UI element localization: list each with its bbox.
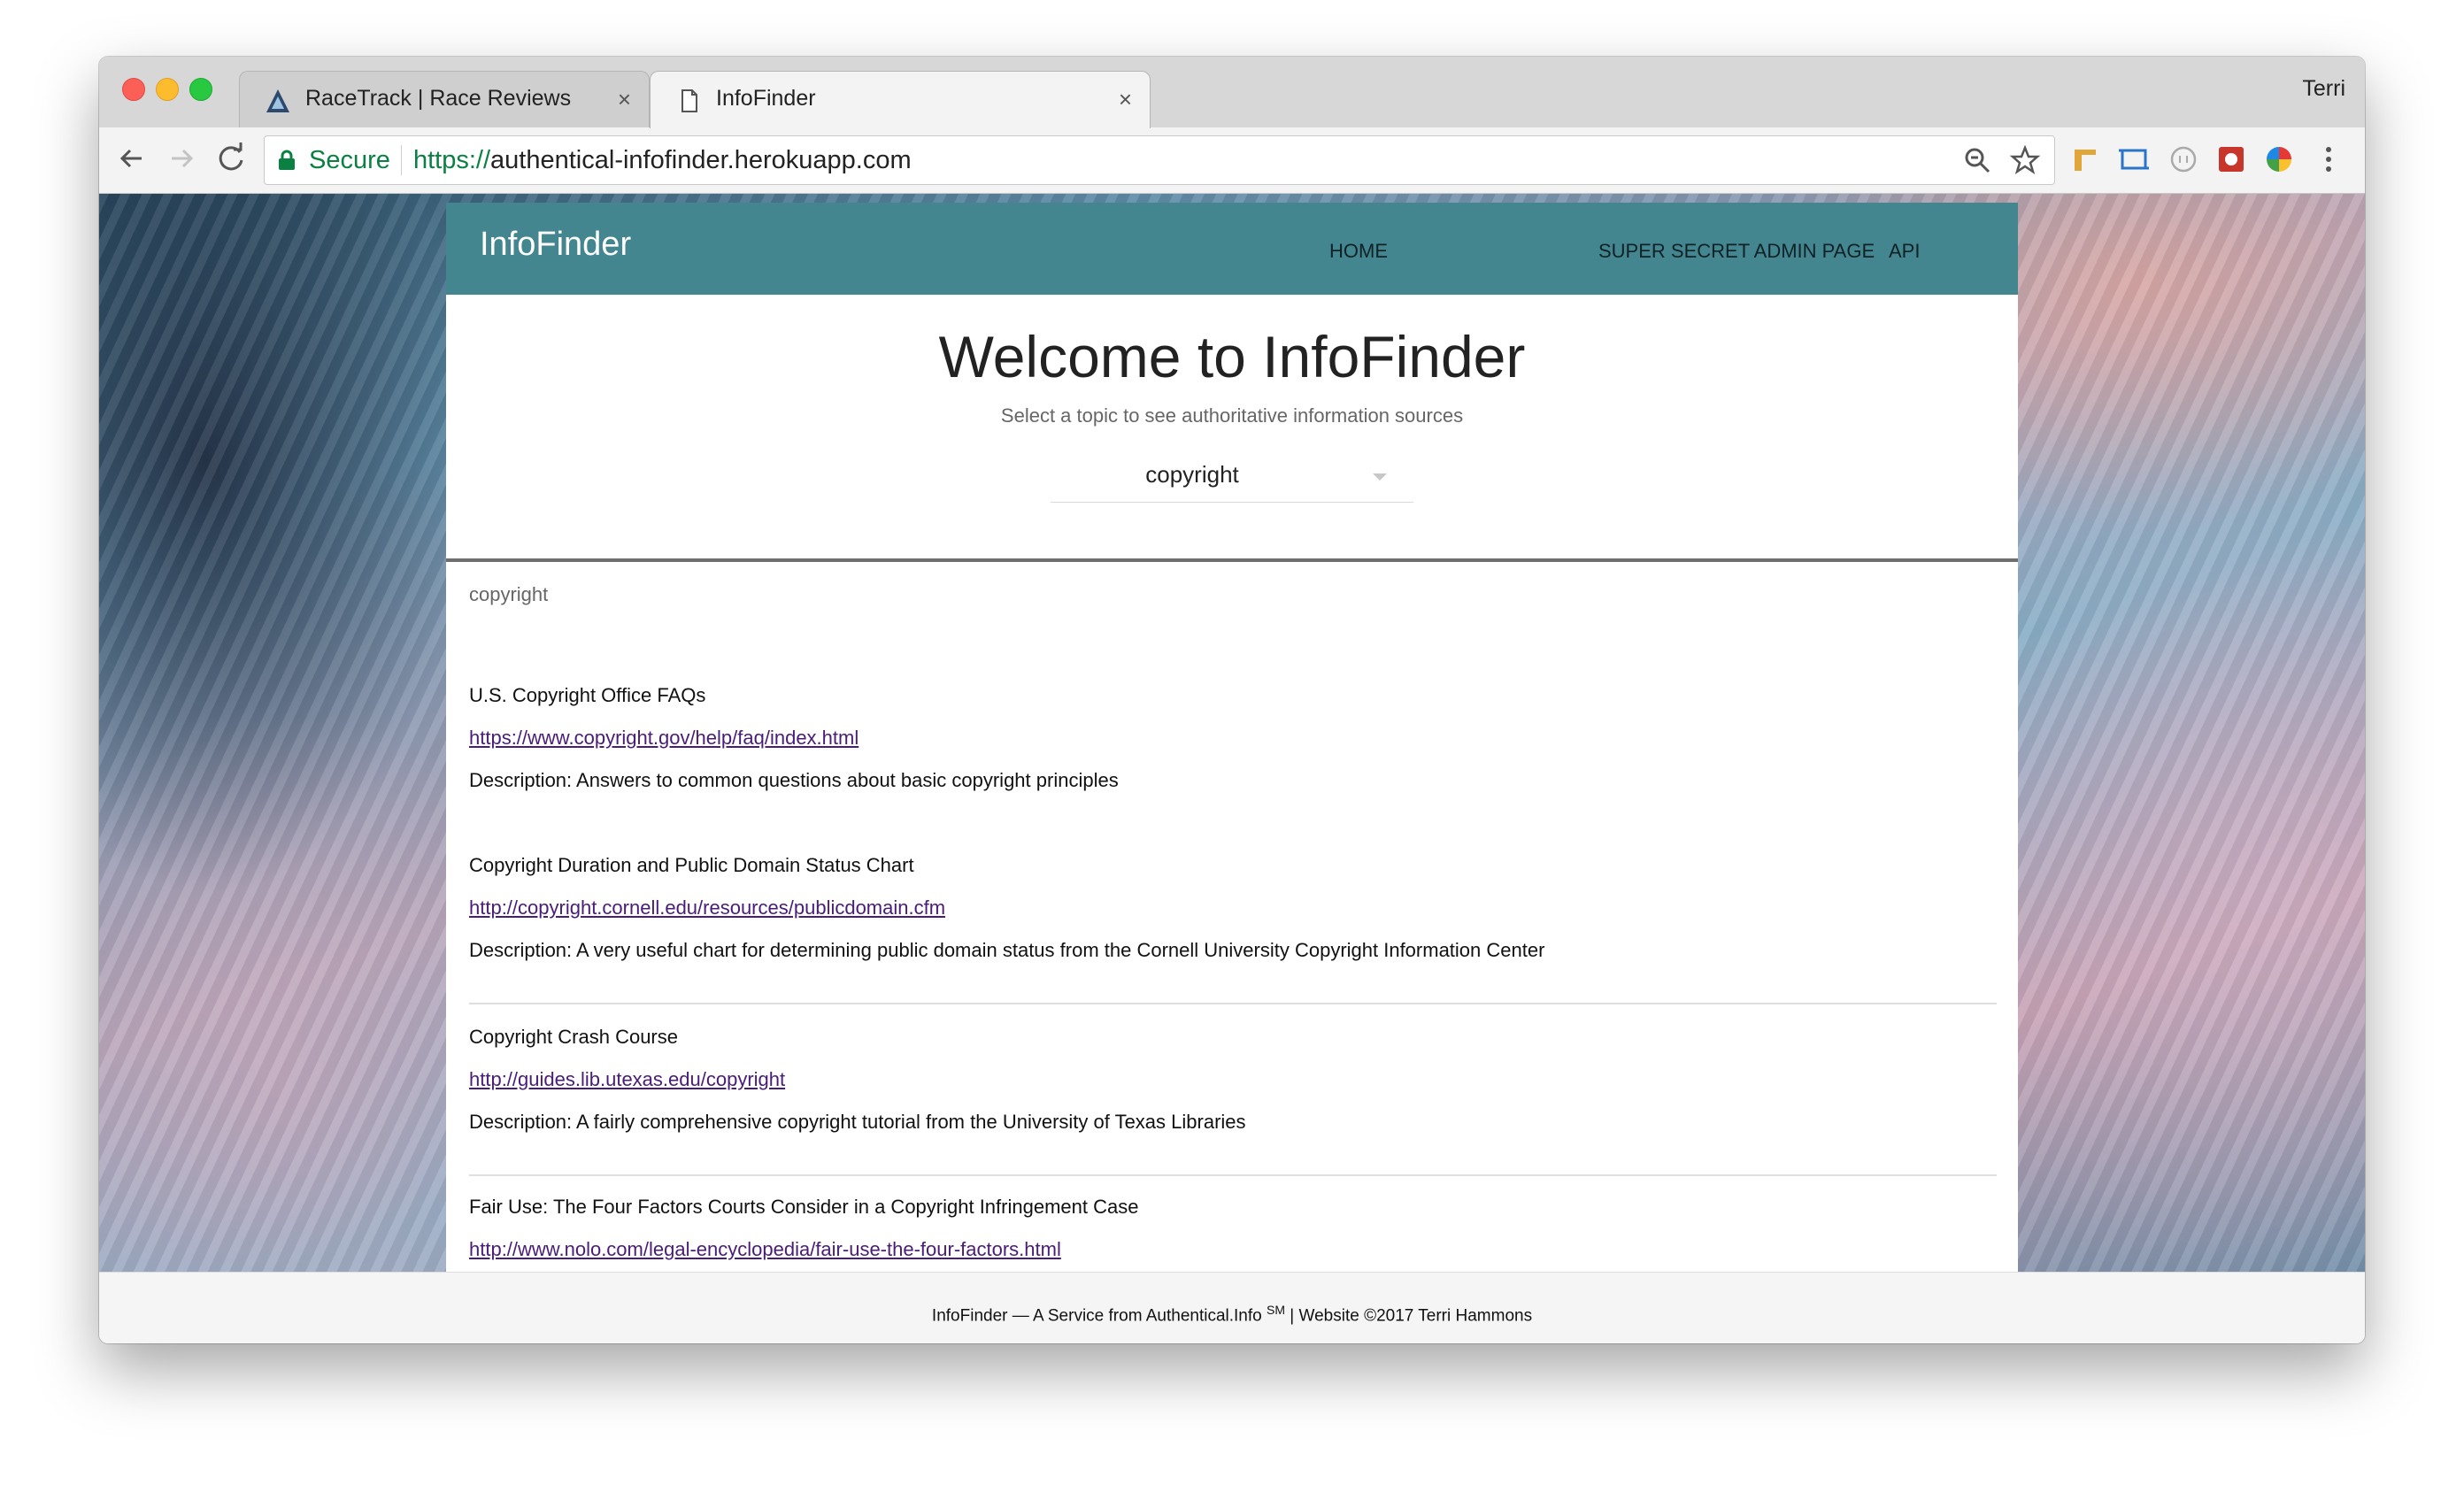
forward-icon[interactable] bbox=[161, 138, 202, 179]
app-container: InfoFinder HOME SUPER SECRET ADMIN PAGE … bbox=[446, 203, 2018, 1272]
topic-select-value: copyright bbox=[1145, 461, 1239, 488]
site-header: InfoFinder HOME SUPER SECRET ADMIN PAGE … bbox=[446, 203, 2018, 295]
menu-dots-icon[interactable] bbox=[2312, 142, 2345, 176]
back-icon[interactable] bbox=[112, 138, 152, 179]
item-divider bbox=[469, 1003, 1997, 1004]
tab-strip: RaceTrack | Race Reviews × InfoFinder × … bbox=[99, 57, 2365, 128]
nav-admin-page[interactable]: SUPER SECRET ADMIN PAGE bbox=[1598, 240, 1875, 263]
page-viewport[interactable]: InfoFinder HOME SUPER SECRET ADMIN PAGE … bbox=[99, 194, 2365, 1272]
page-title: Welcome to InfoFinder bbox=[938, 324, 1526, 389]
brand-logo[interactable]: InfoFinder bbox=[480, 226, 631, 264]
security-label: Secure bbox=[309, 146, 390, 174]
tab-close-icon[interactable]: × bbox=[618, 86, 631, 112]
reload-icon[interactable] bbox=[211, 138, 251, 179]
address-bar[interactable]: Secure https://authentical-infofinder.he… bbox=[264, 135, 2055, 185]
results-panel: copyright U.S. Copyright Office FAQs htt… bbox=[446, 562, 2018, 1272]
nav-home[interactable]: HOME bbox=[1329, 240, 1388, 263]
results-topic-label: copyright bbox=[469, 583, 549, 605]
resource-description: Description: A very useful chart for det… bbox=[469, 939, 1545, 961]
resource-title: U.S. Copyright Office FAQs bbox=[469, 684, 706, 706]
profile-name[interactable]: Terri bbox=[2302, 76, 2345, 102]
resource-title: Fair Use: The Four Factors Courts Consid… bbox=[469, 1196, 1139, 1218]
window-maximize-button[interactable] bbox=[189, 78, 212, 101]
url-host: authentical-infofinder.herokuapp.com bbox=[490, 146, 912, 174]
url-text[interactable]: https://authentical-infofinder.herokuapp… bbox=[413, 146, 912, 175]
resource-link[interactable]: https://www.copyright.gov/help/faq/index… bbox=[469, 727, 859, 750]
tab-title: RaceTrack | Race Reviews bbox=[305, 86, 572, 111]
resource-link[interactable]: http://www.nolo.com/legal-encyclopedia/f… bbox=[469, 1238, 1061, 1261]
window-minimize-button[interactable] bbox=[156, 78, 179, 101]
resource-title: Copyright Duration and Public Domain Sta… bbox=[469, 854, 914, 876]
footer-copyright: | Website ©2017 Terri Hammons bbox=[1285, 1306, 1533, 1326]
racetrack-favicon-icon bbox=[265, 88, 291, 114]
zoom-icon[interactable] bbox=[1962, 145, 1992, 175]
resource-description: Description: Answers to common questions… bbox=[469, 769, 1119, 791]
item-divider bbox=[469, 1174, 1997, 1176]
lock-icon bbox=[277, 150, 296, 171]
address-divider bbox=[401, 145, 402, 175]
topic-select[interactable]: copyright bbox=[1051, 452, 1413, 503]
tab-infofinder[interactable]: InfoFinder × bbox=[650, 71, 1151, 128]
tab-title: InfoFinder bbox=[716, 86, 816, 111]
extension-circle-icon[interactable] bbox=[2167, 142, 2200, 176]
site-footer: InfoFinder — A Service from Authentical.… bbox=[99, 1272, 2365, 1343]
resource-title: Copyright Crash Course bbox=[469, 1026, 678, 1048]
resource-description: Description: A fairly comprehensive copy… bbox=[469, 1111, 1246, 1133]
browser-toolbar: Secure https://authentical-infofinder.he… bbox=[99, 127, 2365, 194]
nav-api[interactable]: API bbox=[1889, 240, 1920, 263]
extension-color-wheel-icon[interactable] bbox=[2262, 142, 2296, 176]
extension-screenshot-icon[interactable] bbox=[2117, 142, 2151, 176]
page-subtitle: Select a topic to see authoritative info… bbox=[1000, 404, 1464, 427]
url-scheme: https:// bbox=[413, 146, 491, 174]
footer-text: InfoFinder — A Service from Authentical.… bbox=[99, 1303, 2365, 1326]
resource-link[interactable]: http://guides.lib.utexas.edu/copyright bbox=[469, 1068, 785, 1091]
chevron-down-icon bbox=[1373, 473, 1387, 481]
hero-section: Welcome to InfoFinder Select a topic to … bbox=[446, 295, 2018, 560]
tab-close-icon[interactable]: × bbox=[1119, 86, 1132, 112]
resource-link[interactable]: http://copyright.cornell.edu/resources/p… bbox=[469, 896, 945, 919]
service-mark: SM bbox=[1267, 1303, 1286, 1317]
window-close-button[interactable] bbox=[122, 78, 145, 101]
browser-window: RaceTrack | Race Reviews × InfoFinder × … bbox=[99, 57, 2365, 1343]
extension-ruler-icon[interactable] bbox=[2069, 142, 2103, 176]
footer-main: InfoFinder — A Service from Authentical.… bbox=[931, 1306, 1267, 1326]
bookmark-star-icon[interactable] bbox=[2009, 144, 2041, 175]
extension-red-icon[interactable] bbox=[2214, 142, 2248, 176]
page-favicon-icon bbox=[675, 88, 702, 114]
tab-racetrack[interactable]: RaceTrack | Race Reviews × bbox=[239, 71, 650, 128]
